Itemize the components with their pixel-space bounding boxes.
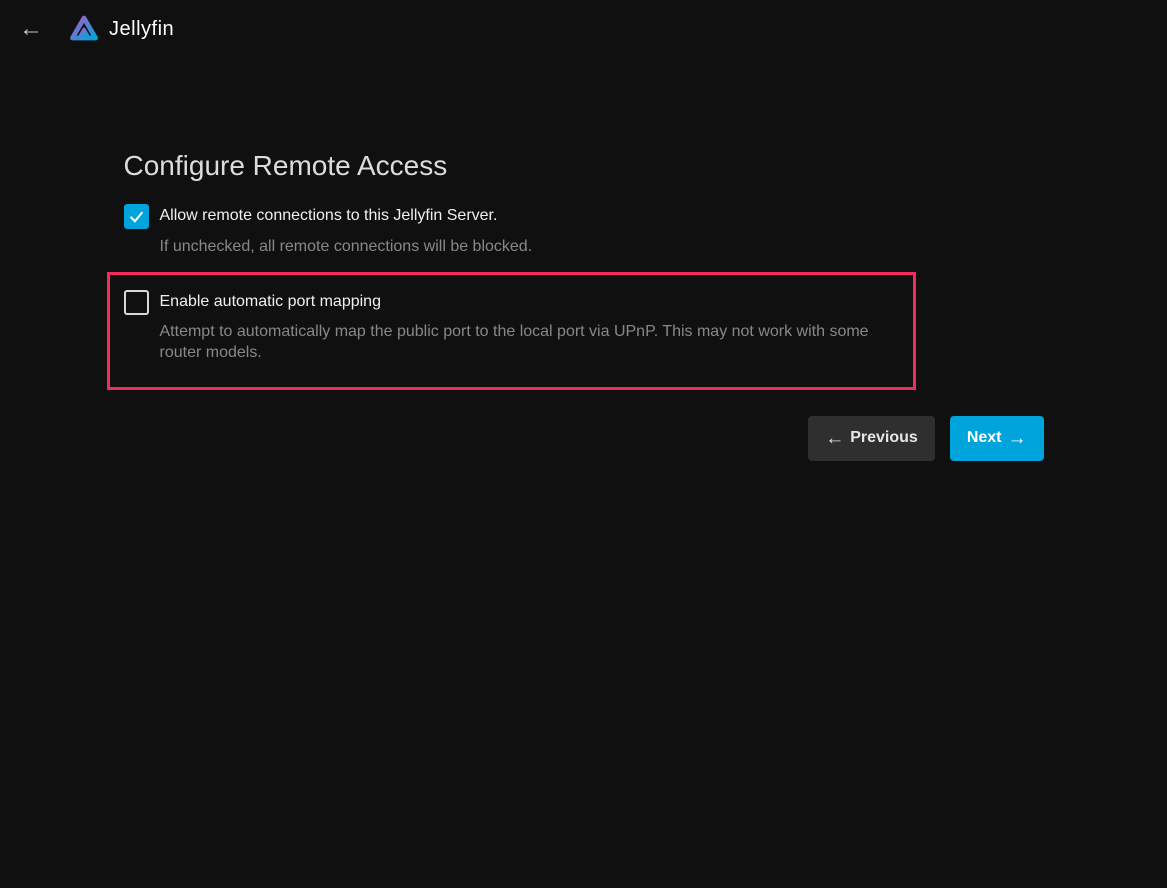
app-logo: Jellyfin [68,13,174,45]
previous-button[interactable]: ← Previous [808,416,935,461]
port-mapping-description: Attempt to automatically map the public … [160,322,899,364]
field-labels: Allow remote connections to this Jellyfi… [160,204,533,258]
field-labels: Enable automatic port mapping Attempt to… [160,290,899,364]
app-name: Jellyfin [109,18,174,41]
remote-connections-description: If unchecked, all remote connections wil… [160,237,533,258]
next-button-label: Next [967,429,1002,447]
next-button[interactable]: Next → [950,416,1044,461]
wizard-nav-buttons: ← Previous Next → [124,416,1044,461]
remote-connections-label[interactable]: Allow remote connections to this Jellyfi… [160,206,533,227]
previous-button-label: Previous [850,429,918,447]
page-title: Configure Remote Access [124,150,1044,182]
arrow-right-icon: → [1008,429,1027,448]
jellyfin-logo-icon [68,13,100,45]
top-bar: ← Jellyfin [0,0,1167,58]
port-mapping-field: Enable automatic port mapping Attempt to… [107,272,916,390]
port-mapping-label[interactable]: Enable automatic port mapping [160,292,899,313]
wizard-content: Configure Remote Access Allow remote con… [124,58,1044,461]
check-icon [127,207,146,226]
port-mapping-checkbox[interactable] [124,290,149,315]
arrow-left-icon: ← [19,17,43,41]
back-button[interactable]: ← [10,8,52,50]
arrow-left-icon: ← [825,429,844,448]
remote-connections-checkbox[interactable] [124,204,149,229]
remote-connections-field: Allow remote connections to this Jellyfi… [124,204,1044,258]
